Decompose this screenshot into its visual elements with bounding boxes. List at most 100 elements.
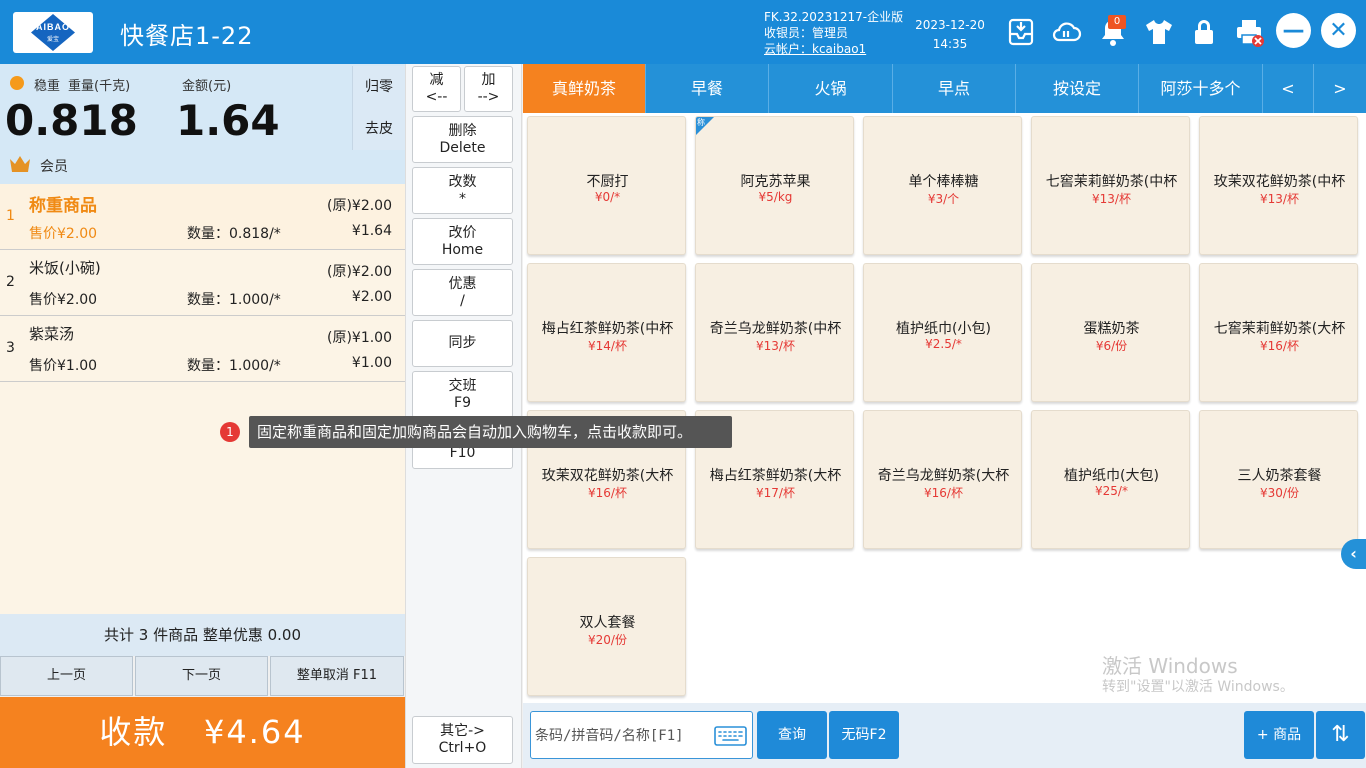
product-card[interactable]: 双人套餐 ¥20/份 [527, 557, 686, 696]
product-card[interactable]: 七窖茉莉鲜奶茶(大杯 ¥16/杯 [1199, 263, 1358, 402]
product-card[interactable]: 奇兰乌龙鲜奶茶(大杯 ¥16/杯 [863, 410, 1022, 549]
top-bar: AIBAO 爱宝 快餐店1-22 FK.32.20231217-企业版 收银员：… [0, 0, 1366, 64]
product-card[interactable]: 玫茉双花鲜奶茶(中杯 ¥13/杯 [1199, 116, 1358, 255]
add-product-button[interactable]: + 商品 [1244, 711, 1314, 759]
search-input[interactable] [535, 725, 705, 747]
change-price-shortcut: Home [441, 241, 484, 258]
tab-prev-button[interactable]: < [1263, 64, 1314, 113]
delete-button[interactable]: 删除 Delete [412, 116, 513, 163]
minus-button[interactable]: 减 <-- [412, 66, 461, 112]
stable-indicator-icon [10, 76, 24, 90]
sync-button[interactable]: 同步 [412, 320, 513, 367]
pay-label: 收款 [99, 713, 168, 751]
cart-item-index: 2 [6, 274, 15, 290]
close-button[interactable]: ✕ [1321, 13, 1356, 48]
tare-button[interactable]: 去皮 [352, 108, 405, 150]
shirt-icon[interactable] [1143, 16, 1175, 48]
weight-label: 重量(千克) [68, 79, 131, 94]
product-price: ¥0/* [594, 190, 621, 204]
tab-category[interactable]: 按设定 [1016, 64, 1139, 113]
product-card[interactable]: 植护纸巾(小包) ¥2.5/* [863, 263, 1022, 402]
guide-tooltip: 固定称重商品和固定加购商品会自动加入购物车，点击收款即可。 [249, 416, 732, 448]
change-price-button[interactable]: 改价 Home [412, 218, 513, 265]
cloud-account-link[interactable]: 云帐户：kcaibao1 [764, 41, 903, 57]
zero-button[interactable]: 归零 [352, 66, 405, 108]
side-collapse-button[interactable]: ‹ [1341, 539, 1366, 569]
query-button[interactable]: 查询 [757, 711, 827, 759]
weighed-tag-label: 称 [697, 118, 705, 127]
product-name: 梅占红茶鲜奶茶(大杯 [709, 468, 842, 484]
cancel-order-button[interactable]: 整单取消 F11 [270, 656, 404, 696]
product-price: ¥16/杯 [1260, 339, 1299, 353]
cart-item-quantity: 数量：1.000/* [187, 292, 281, 308]
pay-amount: ¥4.64 [203, 713, 306, 751]
product-card[interactable]: 植护纸巾(大包) ¥25/* [1031, 410, 1190, 549]
date-text: 2023-12-20 [915, 18, 985, 32]
product-price: ¥16/杯 [588, 486, 627, 500]
shift-shortcut: F9 [454, 394, 471, 411]
product-price: ¥16/杯 [924, 486, 963, 500]
cart-item-name: 紫菜汤 [29, 325, 75, 343]
product-price: ¥2.5/* [925, 337, 962, 351]
cart-item-original-price: (原)¥2.00 [326, 264, 392, 280]
category-tabs: 真鲜奶茶 早餐 火锅 早点 按设定 阿莎十多个 < > [523, 64, 1366, 113]
notification-badge: 0 [1108, 15, 1126, 29]
app-logo: AIBAO 爱宝 [13, 12, 93, 53]
cart-item-amount: ¥1.64 [351, 223, 392, 239]
product-price: ¥13/杯 [1260, 192, 1299, 206]
keyboard-icon[interactable] [714, 726, 747, 746]
product-name: 七窖茉莉鲜奶茶(大杯 [1213, 321, 1346, 337]
cart-item-original-price: (原)¥1.00 [326, 330, 392, 346]
tray-icon[interactable] [1005, 16, 1037, 48]
cart-item-price: 售价¥1.00 [29, 358, 98, 374]
next-page-button[interactable]: 下一页 [135, 656, 268, 696]
pay-button[interactable]: 收款 ¥4.64 [0, 697, 405, 768]
cart-item[interactable]: 1 称重商品 (原)¥2.00 售价¥2.00 数量：0.818/* ¥1.64 [0, 184, 405, 250]
product-price: ¥30/份 [1260, 486, 1299, 500]
product-price: ¥3/个 [927, 192, 960, 206]
search-box[interactable] [530, 711, 753, 759]
tab-category[interactable]: 火锅 [769, 64, 893, 113]
scale-panel: 稳重 重量(千克) 金额(元) 0.818 1.64 归零 去皮 会员 [0, 64, 405, 184]
cloud-sync-icon[interactable] [1050, 16, 1082, 48]
weight-value: 0.818 [5, 96, 138, 145]
minimize-button[interactable]: — [1276, 13, 1311, 48]
product-card[interactable]: 蛋糕奶茶 ¥6/份 [1031, 263, 1190, 402]
cart-item[interactable]: 2 米饭(小碗) (原)¥2.00 售价¥2.00 数量：1.000/* ¥2.… [0, 250, 405, 316]
other-button[interactable]: 其它-> Ctrl+O [412, 716, 513, 764]
product-name: 阿克苏苹果 [740, 174, 811, 190]
no-barcode-button[interactable]: 无码F2 [829, 711, 899, 759]
product-name: 蛋糕奶茶 [1083, 321, 1140, 337]
product-card[interactable]: 梅占红茶鲜奶茶(中杯 ¥14/杯 [527, 263, 686, 402]
minus-shortcut: <-- [425, 89, 448, 105]
tab-category[interactable]: 早点 [893, 64, 1016, 113]
product-card[interactable]: 单个棒棒糖 ¥3/个 [863, 116, 1022, 255]
lock-icon[interactable] [1188, 16, 1220, 48]
product-price: ¥5/kg [758, 190, 793, 204]
change-quantity-button[interactable]: 改数 * [412, 167, 513, 214]
cart-list: 1 称重商品 (原)¥2.00 售价¥2.00 数量：0.818/* ¥1.64… [0, 184, 405, 614]
shift-handover-button[interactable]: 交班 F9 [412, 371, 513, 418]
product-price: ¥14/杯 [588, 339, 627, 353]
tab-next-button[interactable]: > [1314, 64, 1366, 113]
sync-label: 同步 [448, 335, 477, 351]
product-card[interactable]: 七窖茉莉鲜奶茶(中杯 ¥13/杯 [1031, 116, 1190, 255]
logo-subtext: 爱宝 [46, 36, 59, 43]
member-button[interactable]: 会员 [40, 156, 68, 176]
product-card[interactable]: 不厨打 ¥0/* [527, 116, 686, 255]
printer-icon[interactable] [1233, 16, 1265, 48]
sort-icon[interactable]: ⇅ [1316, 711, 1365, 759]
cart-item[interactable]: 3 紫菜汤 (原)¥1.00 售价¥1.00 数量：1.000/* ¥1.00 [0, 316, 405, 382]
product-card[interactable]: 奇兰乌龙鲜奶茶(中杯 ¥13/杯 [695, 263, 854, 402]
weighed-tag-icon: 称 [696, 117, 714, 135]
tab-category[interactable]: 早餐 [646, 64, 769, 113]
plus-button[interactable]: 加 --> [464, 66, 513, 112]
tab-category[interactable]: 真鲜奶茶 [523, 64, 646, 113]
tab-category[interactable]: 阿莎十多个 [1139, 64, 1263, 113]
product-card[interactable]: 称阿克苏苹果 ¥5/kg [695, 116, 854, 255]
discount-button[interactable]: 优惠 / [412, 269, 513, 316]
product-name: 奇兰乌龙鲜奶茶(大杯 [877, 468, 1010, 484]
prev-page-button[interactable]: 上一页 [0, 656, 133, 696]
product-card[interactable]: 三人奶茶套餐 ¥30/份 [1199, 410, 1358, 549]
cart-item-quantity: 数量：1.000/* [187, 358, 281, 374]
